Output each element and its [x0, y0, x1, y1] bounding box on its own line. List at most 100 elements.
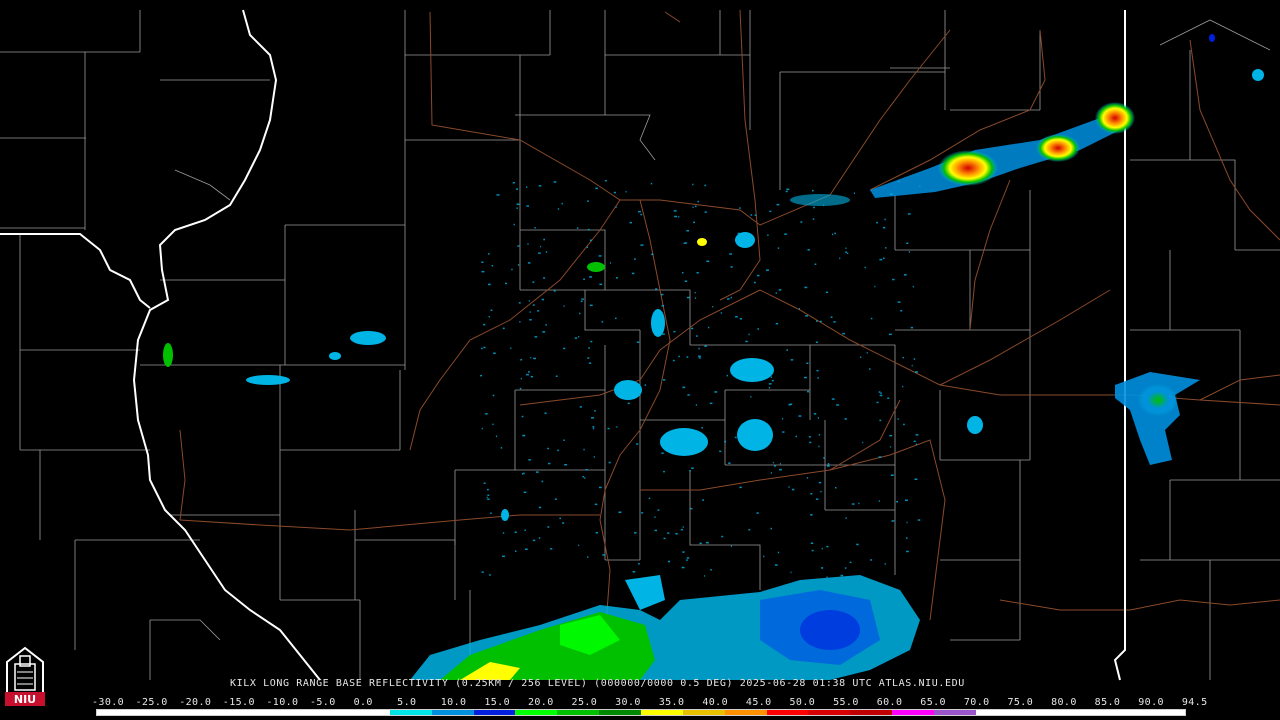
echo-speck [481, 270, 485, 273]
echo-speck [525, 548, 528, 550]
echo-speck [588, 362, 592, 364]
echo-speck [834, 232, 836, 235]
product-info-text: KILX LONG RANGE BASE REFLECTIVITY (0.25K… [230, 678, 965, 689]
echo-speck [660, 293, 664, 296]
echo-speck [704, 345, 707, 347]
echo-speck [563, 439, 565, 441]
echo-speck [634, 388, 636, 391]
echo-speck [590, 340, 593, 343]
echo-speck [594, 503, 598, 506]
echo-speck [849, 561, 852, 564]
echo-speck [627, 402, 630, 405]
echo-east [1115, 372, 1200, 465]
echo-speck [601, 321, 604, 323]
echo-speck [632, 571, 636, 573]
echo-speck [492, 394, 495, 397]
echo-speck [878, 391, 881, 393]
echo-speck [767, 234, 769, 236]
echo-speck [724, 440, 726, 443]
echo-speck [816, 369, 819, 372]
echo-speck [684, 280, 688, 282]
echo-speck [712, 306, 714, 308]
echo-speck [662, 333, 665, 335]
echo-speck [820, 320, 822, 323]
echo-speck [674, 215, 678, 218]
echo-speck [610, 262, 611, 264]
colorbar-segment [766, 710, 809, 715]
echo-speck [727, 298, 730, 300]
echo-speck [807, 390, 810, 393]
echo-speck [696, 272, 699, 274]
echo-speck [839, 257, 841, 260]
colorbar-segment [640, 710, 683, 715]
echo-speck [638, 210, 641, 213]
echo-speck [761, 422, 764, 424]
echo-speck [915, 443, 918, 445]
echo-speck [889, 434, 893, 437]
echo-speck [696, 335, 698, 337]
echo-speck [582, 476, 584, 478]
echo-speck [754, 214, 757, 216]
echo-speck [533, 357, 536, 360]
echo-speck [737, 232, 740, 235]
echo-speck [709, 402, 713, 405]
echo-speck [521, 415, 524, 418]
echo-speck [589, 276, 592, 278]
echo-speck [900, 310, 903, 312]
niu-logo-icon: NIU [5, 646, 45, 706]
echo-speck [772, 461, 774, 464]
echo-speck [694, 291, 696, 294]
echo-speck [817, 417, 819, 419]
scale-label: 35.0 [658, 697, 685, 708]
echo-speck [907, 213, 911, 215]
echo-speck [804, 376, 807, 379]
scale-label: 30.0 [615, 697, 641, 708]
echo-speck [902, 385, 904, 388]
echo-speck [591, 417, 594, 419]
echo-speck [698, 355, 701, 357]
echo-speck [750, 396, 752, 398]
colorbar-segment [892, 710, 934, 715]
echo-speck [587, 200, 589, 202]
echo-speck [485, 413, 488, 415]
echo-speck [563, 347, 566, 350]
echo-speck [538, 252, 541, 254]
echo-speck [878, 500, 880, 502]
echo-speck [574, 337, 578, 339]
echo-speck [675, 533, 678, 535]
echo-speck [651, 253, 654, 256]
echo-speck [770, 527, 772, 530]
echo-speck [562, 522, 565, 524]
echo-speck [493, 352, 496, 354]
scale-label: 25.0 [571, 697, 598, 708]
colorbar-segment [975, 710, 1018, 715]
echo-speck [694, 205, 697, 208]
echo-speck [538, 506, 542, 509]
scale-label: -30.0 [92, 697, 125, 708]
echo-speck [748, 529, 751, 531]
echo-speck [774, 465, 776, 467]
echo-speck [587, 228, 590, 231]
logo-text: NIU [14, 693, 36, 706]
echo-speck [532, 281, 535, 283]
echo-speck [604, 180, 607, 182]
echo-speck [690, 507, 693, 510]
echo-speck [579, 406, 582, 408]
echo-speck [890, 193, 893, 195]
echo-speck [729, 253, 732, 255]
echo-speck [631, 272, 635, 275]
echo-speck [903, 423, 905, 426]
echo-speck [583, 448, 585, 451]
echo-speck [800, 221, 803, 223]
echo-speck [695, 404, 697, 406]
echo-speck [912, 285, 914, 288]
echo-speck [776, 203, 780, 206]
echo-speck [710, 569, 712, 571]
colorbar-segment [180, 710, 223, 715]
echo-speck [705, 541, 709, 544]
echo-speck [914, 478, 918, 480]
echo-speck [730, 296, 732, 299]
echo-speck [615, 206, 617, 208]
echo-speck [667, 560, 671, 563]
echo-speck [826, 576, 828, 578]
